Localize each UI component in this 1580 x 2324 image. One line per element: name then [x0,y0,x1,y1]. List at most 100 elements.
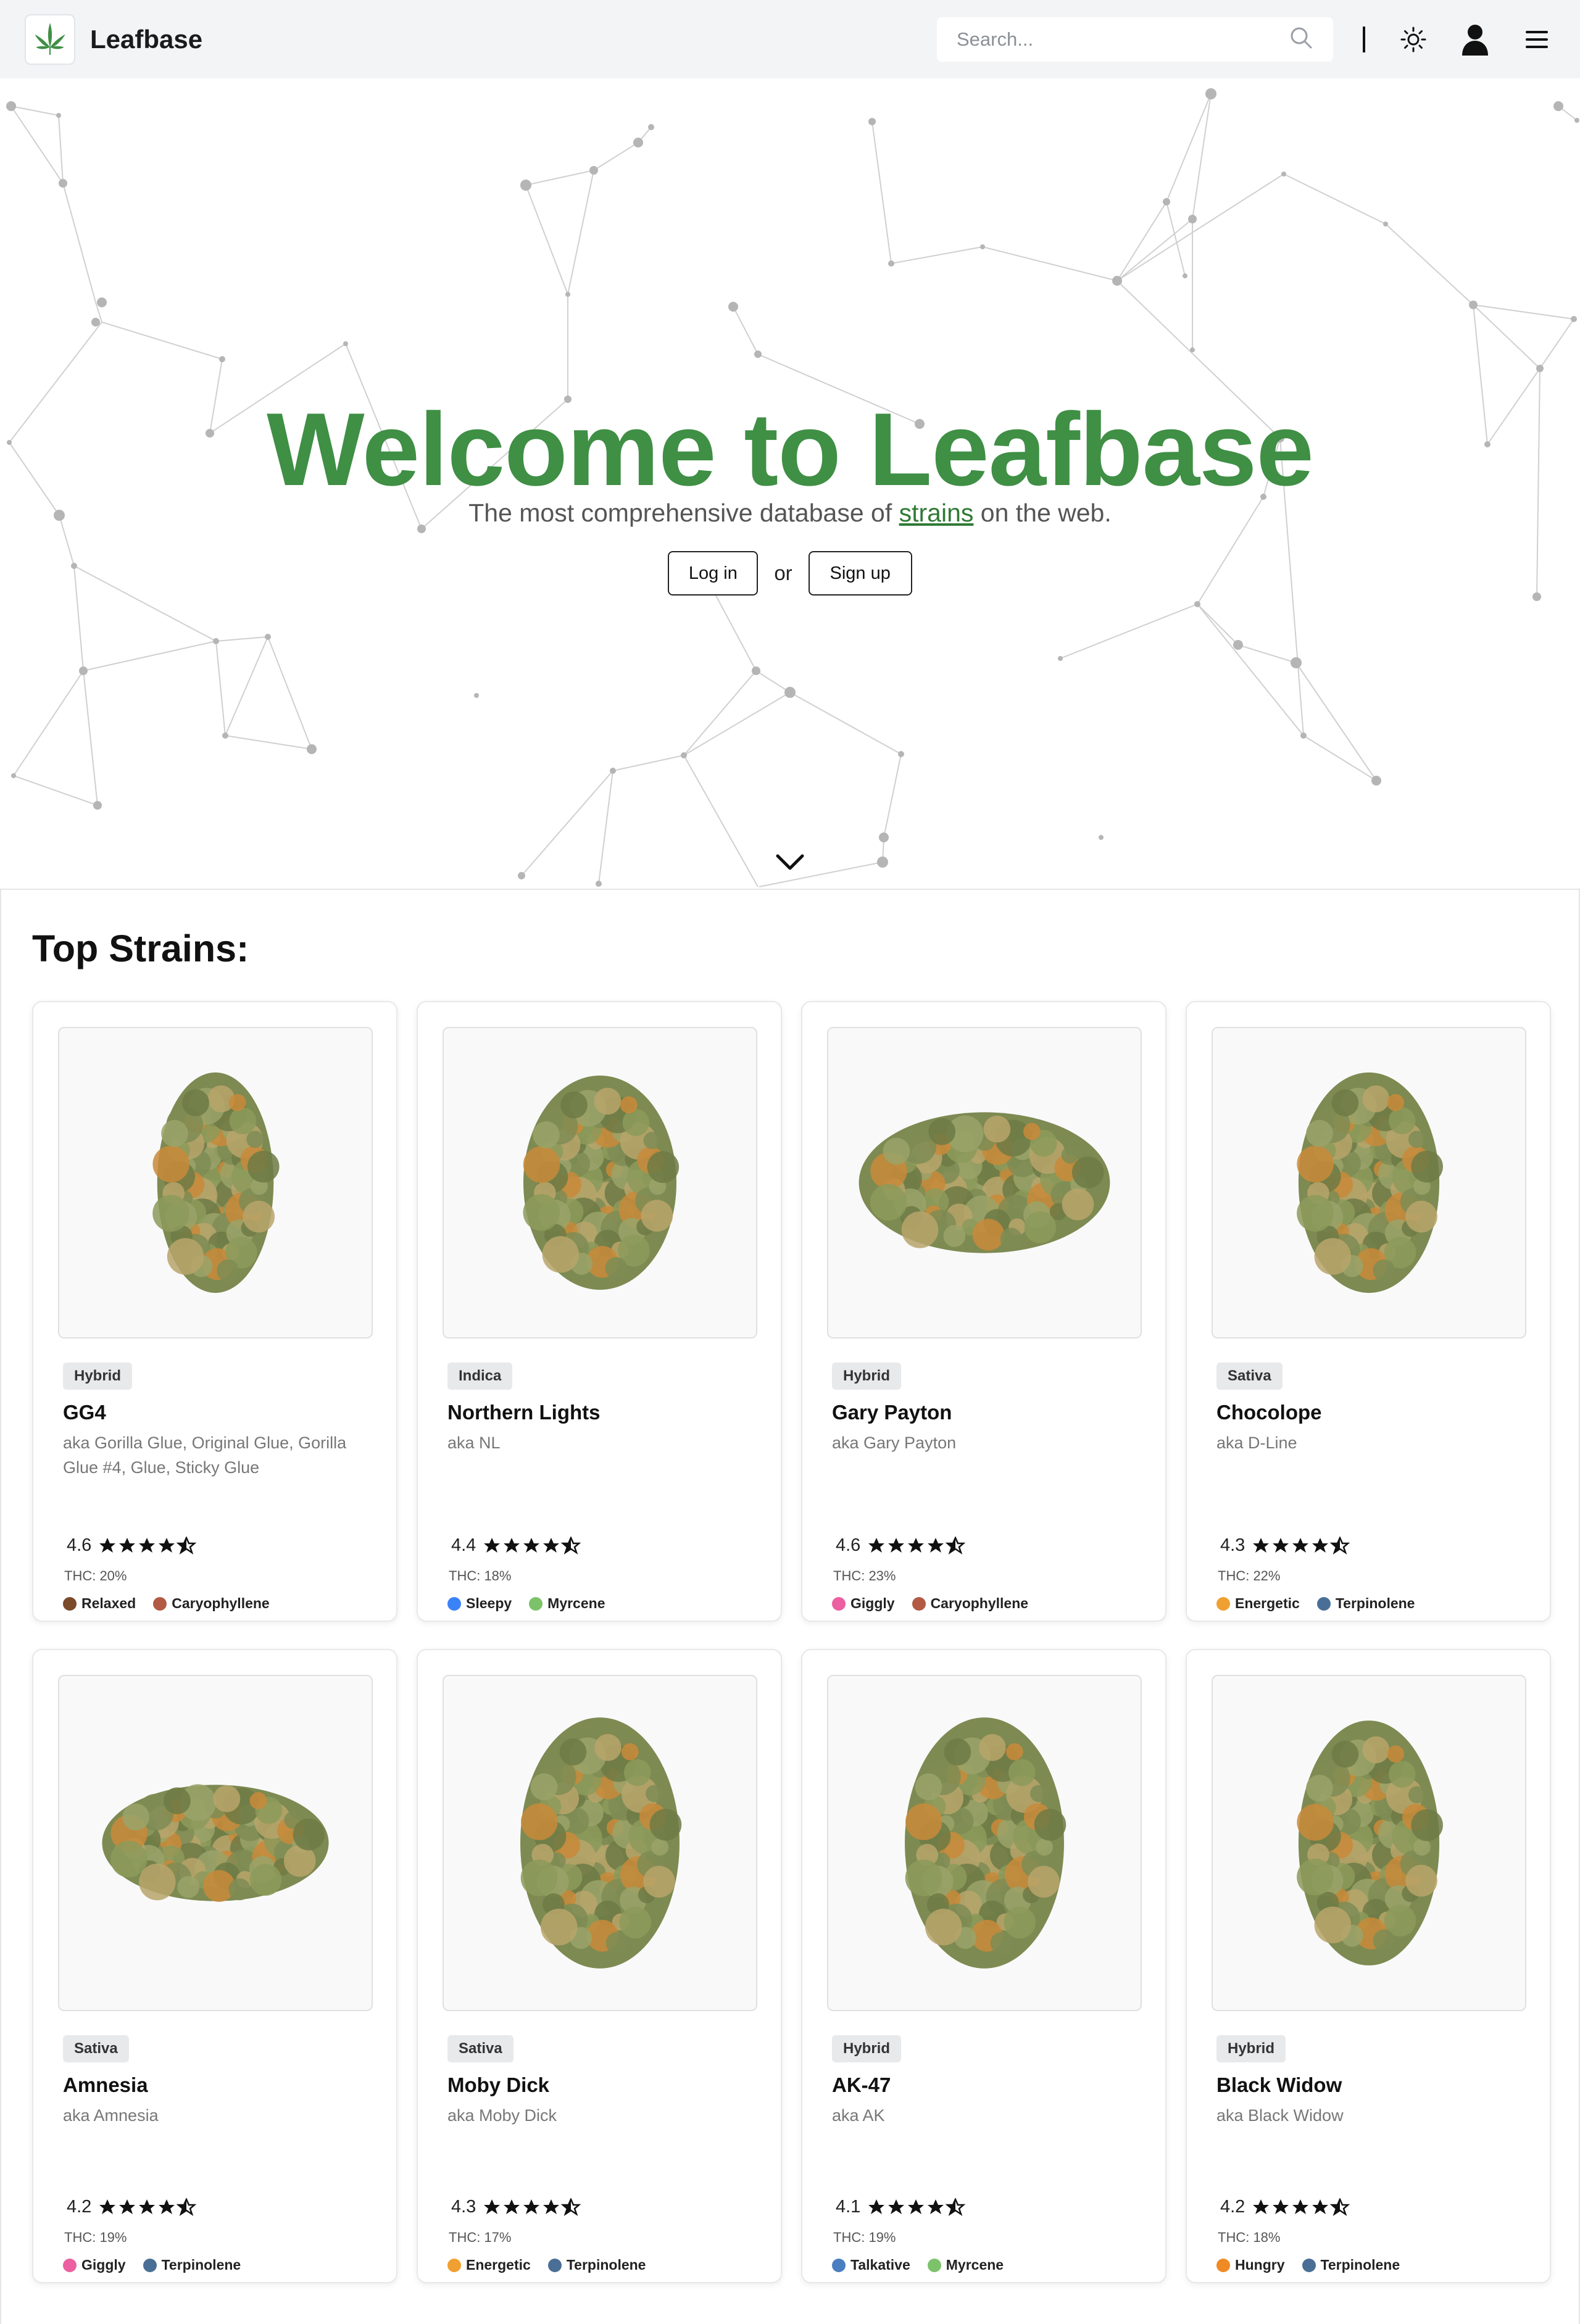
rating-value: 4.2 [67,2197,92,2217]
strain-tag[interactable]: Terpinolene [547,2257,646,2273]
strain-name[interactable]: GG4 [63,1401,372,1424]
tag-dot-icon [447,2258,461,2272]
thc-value: THC: 19% [833,2230,896,2245]
strain-tag[interactable]: Relaxed [63,1595,136,1612]
strain-image[interactable] [1212,1675,1526,2011]
strain-tag[interactable]: Talkative [832,2257,910,2273]
star-rating-icon [868,2197,967,2217]
strain-card[interactable]: Indica Northern Lights aka NL 4.4 THC: 1… [417,1001,782,1622]
strain-name[interactable]: Gary Payton [832,1401,1141,1424]
strain-tag[interactable]: Myrcene [529,1595,605,1612]
strain-tag[interactable]: Energetic [1216,1595,1300,1612]
strain-card[interactable]: Sativa Amnesia aka Amnesia 4.2 THC: 19% … [32,1649,397,2283]
strain-tag[interactable]: Energetic [447,2257,531,2273]
strain-name[interactable]: Black Widow [1216,2073,1525,2097]
signup-button[interactable]: Sign up [808,551,912,596]
tag-dot-icon [1216,1596,1230,1611]
strain-tag[interactable]: Terpinolene [1302,2257,1400,2273]
strain-tags: Giggly Caryophyllene [832,1595,1046,1612]
strain-tag[interactable]: Caryophyllene [912,1595,1029,1612]
strain-info: Sativa Chocolope aka D-Line [1216,1363,1525,1455]
strains-link[interactable]: strains [899,499,974,527]
strain-rating: 4.2 [63,2197,198,2217]
tag-dot-icon [529,1596,543,1611]
strain-name[interactable]: Northern Lights [447,1401,756,1424]
auth-actions: Log in or Sign up [0,551,1580,596]
strain-tag[interactable]: Giggly [63,2257,126,2273]
star-rating-icon [868,1536,967,1555]
strain-info: Indica Northern Lights aka NL [447,1363,756,1455]
star-rating-icon [1252,2197,1351,2217]
strain-rating: 4.1 [832,2197,967,2217]
strain-name[interactable]: Amnesia [63,2073,372,2097]
strain-rating: 4.4 [447,1535,582,1556]
strain-name[interactable]: AK-47 [832,2073,1141,2097]
search-icon[interactable] [1289,25,1313,53]
strain-info: Hybrid Gary Payton aka Gary Payton [832,1363,1141,1455]
strain-name[interactable]: Chocolope [1216,1401,1525,1424]
tag-dot-icon [927,2258,941,2272]
user-icon[interactable] [1457,21,1494,58]
strain-card[interactable]: Sativa Moby Dick aka Moby Dick 4.3 THC: … [417,1649,782,2283]
top-strains-section: Top Strains: Hybrid GG4 aka Gorilla Glue… [0,889,1580,2324]
tag-dot-icon [1216,2258,1230,2272]
strain-tag[interactable]: Sleepy [447,1595,512,1612]
strain-type-badge: Sativa [1216,1363,1283,1390]
strain-name[interactable]: Moby Dick [447,2073,756,2097]
login-button[interactable]: Log in [668,551,759,596]
strain-image[interactable] [58,1675,373,2011]
rating-value: 4.6 [67,1535,92,1555]
brand-name: Leafbase [90,24,203,54]
thc-value: THC: 20% [64,1568,127,1583]
strain-tag[interactable]: Terpinolene [143,2257,241,2273]
strain-rating: 4.2 [1216,2197,1351,2217]
strain-card[interactable]: Hybrid AK-47 aka AK 4.1 THC: 19% Talkati… [801,1649,1166,2283]
strain-type-badge: Hybrid [63,1363,133,1390]
menu-icon[interactable] [1518,21,1555,58]
tag-dot-icon [832,2258,846,2272]
strain-card[interactable]: Hybrid GG4 aka Gorilla Glue, Original Gl… [32,1001,397,1622]
strain-tags: Sleepy Myrcene [447,1595,622,1612]
strain-tag[interactable]: Caryophyllene [153,1595,270,1612]
rating-value: 4.2 [1220,2197,1245,2217]
tag-label: Caryophyllene [172,1595,270,1611]
strain-card[interactable]: Sativa Chocolope aka D-Line 4.3 THC: 22%… [1186,1001,1551,1622]
thc-value: THC: 23% [833,1568,896,1583]
search-input[interactable] [957,28,1278,51]
strain-tags: Hungry Terpinolene [1216,2257,1417,2273]
strain-type-badge: Sativa [447,2035,514,2062]
tag-dot-icon [832,1596,846,1611]
nav-divider [1363,26,1365,52]
strain-tags: Talkative Myrcene [832,2257,1021,2273]
strain-image[interactable] [827,1675,1142,2011]
strain-image[interactable] [1212,1027,1526,1338]
strain-tag[interactable]: Terpinolene [1316,1595,1415,1612]
strain-tag[interactable]: Myrcene [927,2257,1004,2273]
strain-card[interactable]: Hybrid Gary Payton aka Gary Payton 4.6 T… [801,1001,1166,1622]
tag-label: Energetic [1235,1595,1300,1611]
strain-card[interactable]: Hybrid Black Widow aka Black Widow 4.2 T… [1186,1649,1551,2283]
tag-dot-icon [547,2258,562,2272]
tag-label: Caryophyllene [930,1595,1029,1611]
strain-type-badge: Hybrid [1216,2035,1286,2062]
search-box[interactable] [937,17,1333,62]
thc-value: THC: 18% [1218,2230,1281,2245]
nav-actions [937,0,1555,78]
strain-image[interactable] [58,1027,373,1338]
tag-dot-icon [1302,2258,1316,2272]
brand[interactable]: Leafbase [25,14,202,65]
tag-label: Giggly [81,2257,126,2273]
strain-rating: 4.6 [832,1535,967,1556]
strain-tag[interactable]: Hungry [1216,2257,1285,2273]
sun-icon[interactable] [1395,21,1432,58]
chevron-down-icon[interactable] [771,850,809,874]
strain-image[interactable] [443,1675,757,2011]
tag-label: Terpinolene [566,2257,646,2273]
tag-label: Talkative [850,2257,910,2273]
strain-image[interactable] [443,1027,757,1338]
star-rating-icon [483,2197,582,2217]
strain-image[interactable] [827,1027,1142,1338]
hero-subtitle-end: on the web. [973,499,1112,527]
rating-value: 4.4 [451,1535,476,1555]
strain-tag[interactable]: Giggly [832,1595,895,1612]
